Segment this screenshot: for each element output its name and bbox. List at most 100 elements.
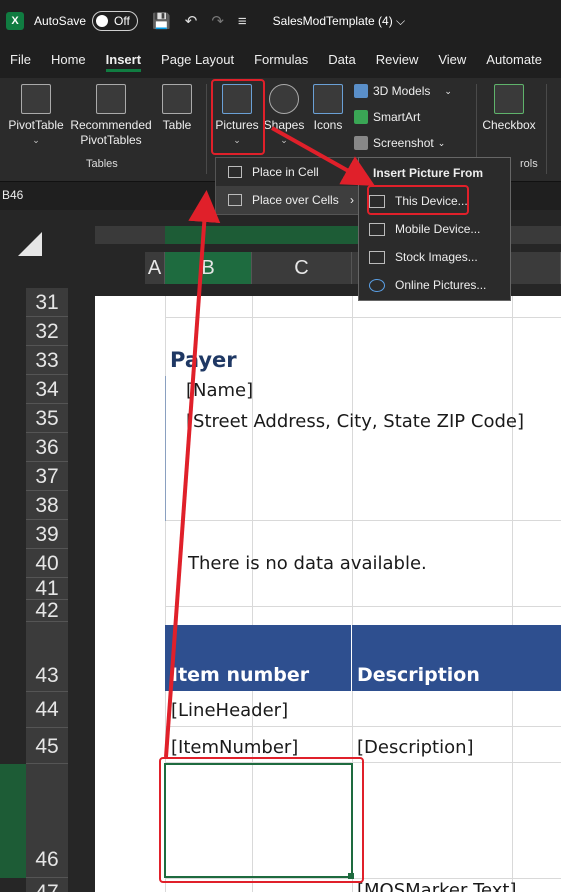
place-in-cell-label: Place in Cell: [252, 165, 319, 179]
pictures-highlight: [211, 79, 265, 155]
3d-models-label: 3D Models: [373, 84, 431, 98]
place-over-cells-icon: [228, 194, 242, 206]
autosave-toggle[interactable]: Off: [92, 11, 139, 31]
th-item-number: Item number: [171, 664, 310, 686]
row-header[interactable]: 43: [26, 622, 68, 692]
item-number-cell[interactable]: [ItemNumber]: [171, 737, 298, 758]
recommended-pivottables-button[interactable]: Recommended PivotTables: [68, 80, 154, 148]
row-header[interactable]: 37: [26, 462, 68, 491]
shapes-label: Shapes: [263, 118, 305, 132]
column-header-b[interactable]: B: [165, 252, 252, 284]
tab-insert[interactable]: Insert: [96, 42, 151, 78]
place-over-cells-item[interactable]: Place over Cells ›: [216, 186, 362, 214]
tab-page-layout[interactable]: Page Layout: [151, 42, 244, 78]
save-icon[interactable]: 💾: [152, 12, 171, 30]
row-header[interactable]: 39: [26, 520, 68, 549]
row-header[interactable]: 46: [26, 764, 68, 878]
smartart-button[interactable]: SmartArt: [354, 110, 420, 124]
recommended-label-2: PivotTables: [80, 133, 142, 147]
menu-header: Insert Picture From: [373, 166, 484, 180]
icons-icon: [313, 84, 343, 114]
mobile-device-item[interactable]: Mobile Device...: [369, 222, 480, 236]
online-pictures-item[interactable]: Online Pictures...: [369, 278, 486, 292]
table-icon: [162, 84, 192, 114]
name-box[interactable]: B46: [2, 188, 23, 202]
redo-icon[interactable]: ↷: [211, 12, 224, 30]
ribbon-tabs: File Home Insert Page Layout Formulas Da…: [0, 42, 561, 78]
grid-line: [165, 317, 561, 318]
table-label: Table: [162, 118, 192, 132]
icons-label: Icons: [313, 118, 343, 132]
row-header[interactable]: 38: [26, 491, 68, 520]
group-tables-label: Tables: [86, 158, 118, 170]
selected-cell-highlight: [159, 757, 364, 883]
select-all-corner[interactable]: [18, 232, 42, 256]
toggle-knob: [96, 15, 109, 27]
payer-address: [Street Address, City, State ZIP Code]: [186, 411, 524, 432]
tab-home[interactable]: Home: [41, 42, 96, 78]
description-cell[interactable]: [Description]: [357, 737, 474, 758]
stock-images-icon: [369, 250, 385, 264]
no-data-message: There is no data available.: [188, 553, 427, 574]
row-header[interactable]: 45: [26, 728, 68, 764]
header-divider: [351, 625, 352, 691]
checkbox-button[interactable]: Checkbox: [480, 80, 538, 133]
row-header[interactable]: 41: [26, 578, 68, 600]
customize-quick-access-icon[interactable]: ≡: [238, 13, 247, 30]
tab-file[interactable]: File: [0, 42, 41, 78]
chevron-down-icon: ⌄: [32, 135, 40, 145]
row-header[interactable]: 35: [26, 404, 68, 433]
chevron-down-icon: ⌄: [280, 135, 288, 145]
line-header-cell[interactable]: [LineHeader]: [171, 700, 288, 721]
mobile-device-label: Mobile Device...: [395, 222, 481, 236]
row-header[interactable]: 34: [26, 375, 68, 404]
tab-view[interactable]: View: [428, 42, 476, 78]
toggle-state: Off: [114, 14, 130, 28]
screenshot-icon: [354, 136, 368, 150]
insert-picture-from-menu: Insert Picture From This Device... Mobil…: [358, 157, 511, 301]
recommended-label-1: Recommended: [70, 118, 152, 132]
checkbox-icon: [494, 84, 524, 114]
row-header[interactable]: 32: [26, 317, 68, 346]
grid-line: [165, 726, 561, 727]
column-header-c[interactable]: C: [252, 252, 352, 284]
icons-button[interactable]: Icons: [308, 80, 348, 133]
payer-name: [Name]: [186, 380, 254, 401]
row-header[interactable]: 47: [26, 878, 68, 892]
globe-icon: [369, 278, 385, 292]
online-pictures-label: Online Pictures...: [395, 278, 487, 292]
grid-line: [165, 606, 561, 607]
row-header[interactable]: 42: [26, 600, 68, 622]
row-header[interactable]: 40: [26, 549, 68, 578]
pivottable-icon: [21, 84, 51, 114]
row-header[interactable]: 33: [26, 346, 68, 375]
row-header[interactable]: 31: [26, 288, 68, 317]
th-description: Description: [357, 664, 480, 686]
tab-automate[interactable]: Automate: [476, 42, 552, 78]
autosave-label: AutoSave: [34, 14, 87, 28]
row-selection-marker: [0, 764, 26, 878]
place-in-cell-item[interactable]: Place in Cell ›: [216, 158, 362, 186]
pivottable-label: PivotTable: [8, 118, 64, 132]
row-header[interactable]: 44: [26, 692, 68, 728]
tab-formulas[interactable]: Formulas: [244, 42, 318, 78]
row-header[interactable]: 36: [26, 433, 68, 462]
document-title[interactable]: SalesModTemplate (4) ⌵: [273, 14, 405, 29]
column-header-a[interactable]: A: [145, 252, 165, 284]
tab-data[interactable]: Data: [318, 42, 365, 78]
excel-logo-icon: X: [6, 12, 24, 30]
chevron-down-icon: ⌄: [437, 137, 446, 148]
partial-text-cell[interactable]: [MOSMarker Text]: [357, 880, 517, 892]
table-button[interactable]: Table: [156, 80, 198, 133]
3d-models-icon: [354, 84, 368, 98]
checkbox-label: Checkbox: [482, 118, 536, 132]
ribbon-separator: [546, 84, 547, 174]
stock-images-item[interactable]: Stock Images...: [369, 250, 478, 264]
shapes-button[interactable]: Shapes ⌄: [262, 80, 306, 148]
tab-review[interactable]: Review: [366, 42, 429, 78]
3d-models-button[interactable]: 3D Models ⌄: [354, 84, 452, 98]
screenshot-label: Screenshot: [373, 136, 434, 150]
pivottable-button[interactable]: PivotTable ⌄: [6, 80, 66, 148]
undo-icon[interactable]: ↶: [185, 12, 198, 30]
screenshot-button[interactable]: Screenshot ⌄: [354, 136, 445, 150]
